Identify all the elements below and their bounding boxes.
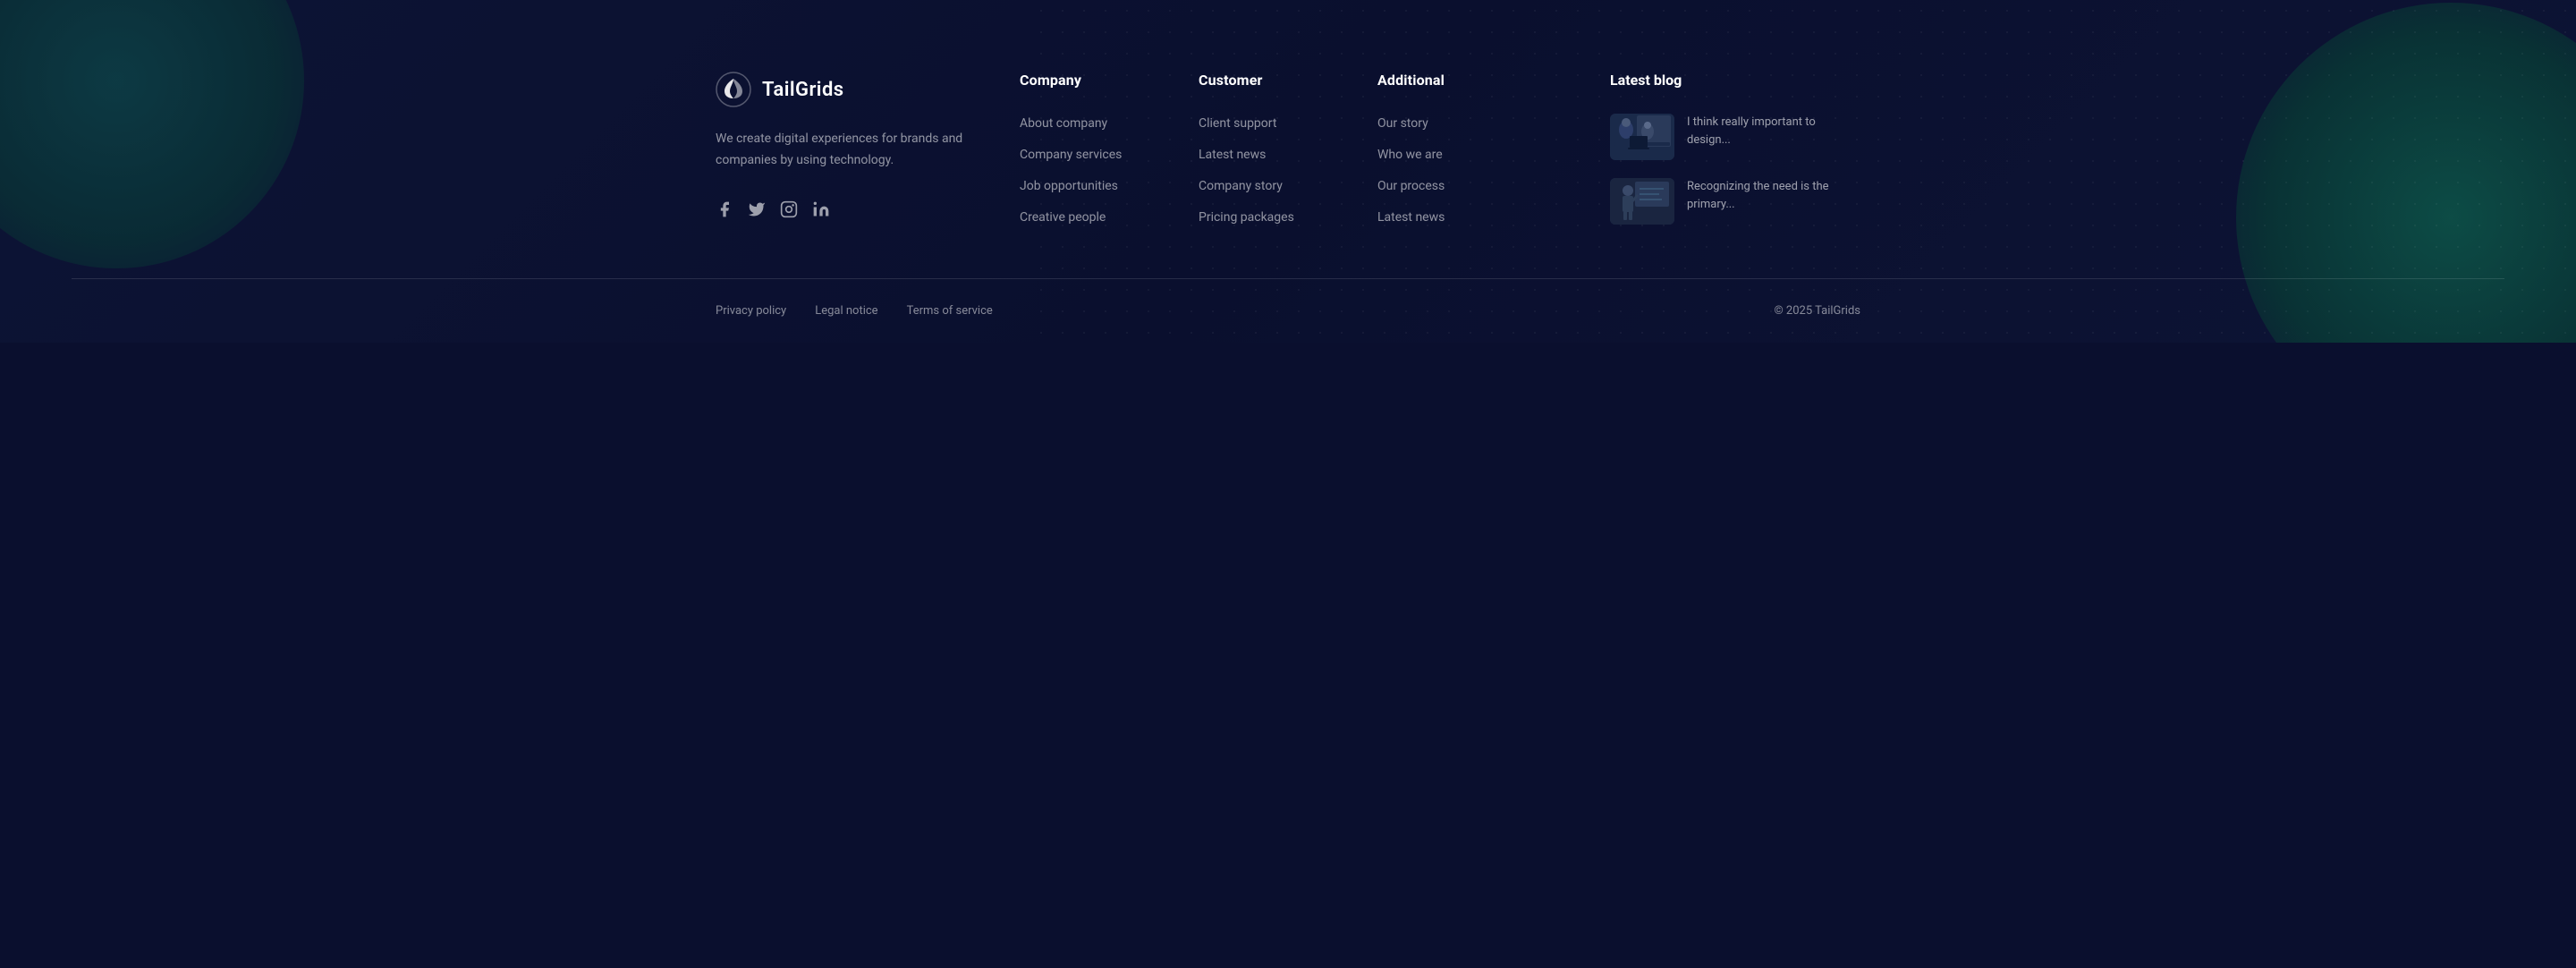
additional-column: Additional Our story Who we are Our proc… [1377,72,1556,225]
nav-columns: Company About company Company services J… [1020,72,1556,225]
blog-items: I think really important to design... [1610,114,1860,225]
list-item: Latest news [1377,208,1556,225]
client-support-link[interactable]: Client support [1199,116,1276,131]
blog-item-text-2: Recognizing the need is the primary... [1687,178,1860,213]
list-item: Our story [1377,114,1556,131]
additional-latest-news-link[interactable]: Latest news [1377,210,1445,225]
blog-thumbnail-2 [1610,178,1674,225]
blog-item-1[interactable]: I think really important to design... [1610,114,1860,160]
copyright: © 2025 TailGrids [1774,304,1860,318]
who-we-are-link[interactable]: Who we are [1377,148,1443,162]
legal-notice-link[interactable]: Legal notice [815,304,877,318]
footer-main: TailGrids We create digital experiences … [644,0,1932,278]
customer-column: Customer Client support Latest news Comp… [1199,72,1377,225]
company-links: About company Company services Job oppor… [1020,114,1199,225]
blog-item-text-1: I think really important to design... [1687,114,1860,149]
blog-column-title: Latest blog [1610,72,1860,89]
instagram-icon[interactable] [780,200,798,218]
logo-text: TailGrids [762,79,844,101]
job-opportunities-link[interactable]: Job opportunities [1020,179,1118,193]
logo: TailGrids [716,72,966,107]
list-item: Client support [1199,114,1377,131]
blog-column: Latest blog [1610,72,1860,225]
list-item: Job opportunities [1020,176,1199,193]
linkedin-icon[interactable] [812,200,830,218]
additional-links: Our story Who we are Our process Latest … [1377,114,1556,225]
company-services-link[interactable]: Company services [1020,148,1122,162]
brand-description: We create digital experiences for brands… [716,129,966,172]
list-item: About company [1020,114,1199,131]
list-item: Company services [1020,145,1199,162]
facebook-icon[interactable] [716,200,733,218]
our-process-link[interactable]: Our process [1377,179,1445,193]
our-story-link[interactable]: Our story [1377,116,1428,131]
blog-thumbnail-1 [1610,114,1674,160]
list-item: Company story [1199,176,1377,193]
list-item: Our process [1377,176,1556,193]
footer-bottom: Privacy policy Legal notice Terms of ser… [644,279,1932,343]
list-item: Who we are [1377,145,1556,162]
social-links [716,200,966,218]
decorative-circle-left [0,0,304,268]
company-column: Company About company Company services J… [1020,72,1199,225]
twitter-icon[interactable] [748,200,766,218]
list-item: Pricing packages [1199,208,1377,225]
customer-links: Client support Latest news Company story… [1199,114,1377,225]
list-item: Latest news [1199,145,1377,162]
company-story-link[interactable]: Company story [1199,179,1283,193]
customer-column-title: Customer [1199,72,1377,89]
pricing-packages-link[interactable]: Pricing packages [1199,210,1294,225]
logo-icon [716,72,751,107]
blog-item-2[interactable]: Recognizing the need is the primary... [1610,178,1860,225]
additional-column-title: Additional [1377,72,1556,89]
list-item: Creative people [1020,208,1199,225]
latest-news-link[interactable]: Latest news [1199,148,1266,162]
legal-links: Privacy policy Legal notice Terms of ser… [716,304,993,318]
brand-column: TailGrids We create digital experiences … [716,72,966,218]
creative-people-link[interactable]: Creative people [1020,210,1106,225]
decorative-circle-right [2236,3,2576,343]
privacy-policy-link[interactable]: Privacy policy [716,304,786,318]
about-company-link[interactable]: About company [1020,116,1107,131]
footer: TailGrids We create digital experiences … [0,0,2576,343]
company-column-title: Company [1020,72,1199,89]
terms-of-service-link[interactable]: Terms of service [907,304,993,318]
